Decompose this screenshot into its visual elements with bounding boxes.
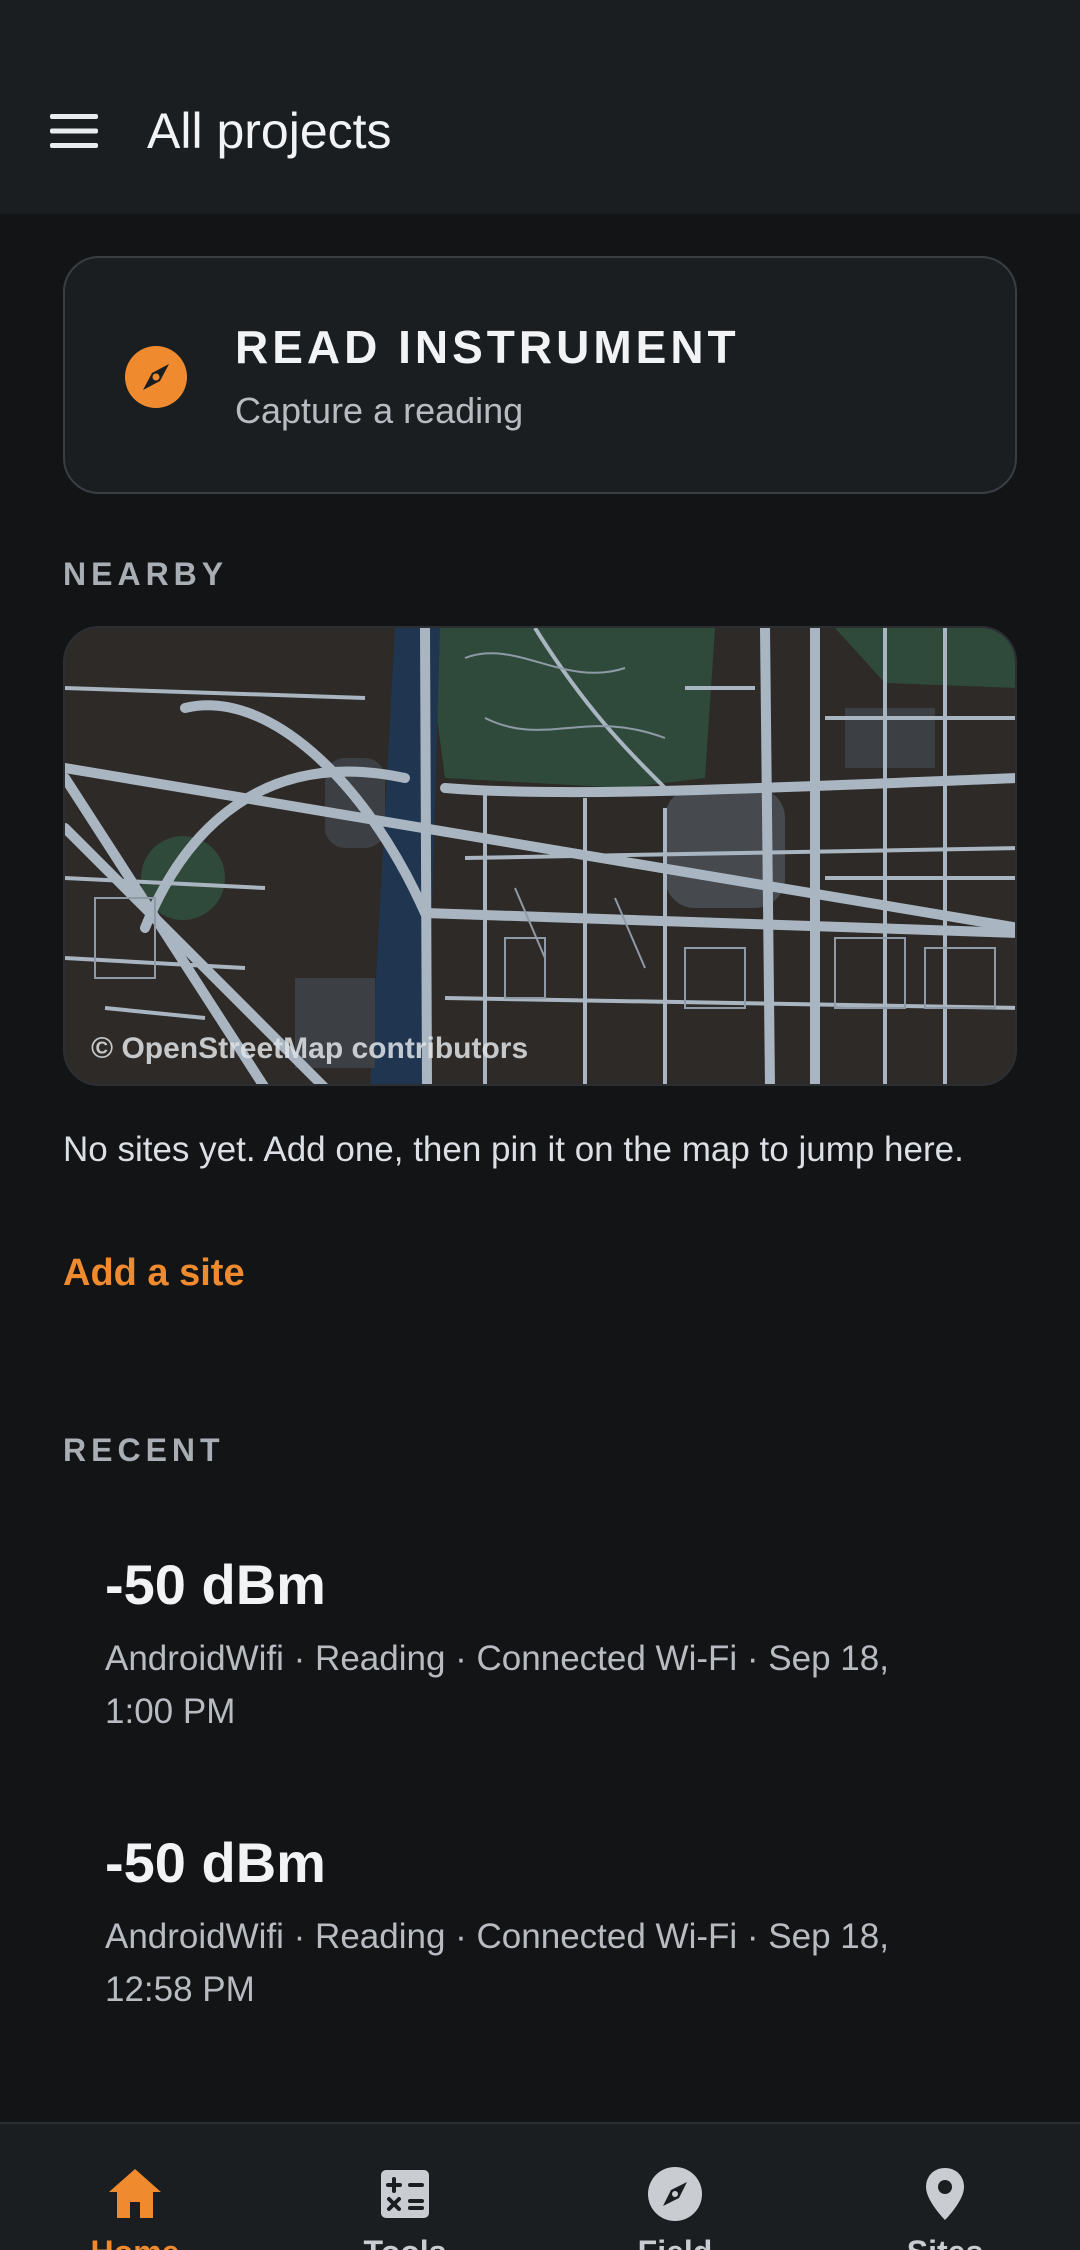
read-instrument-button[interactable]: READ INSTRUMENT Capture a reading bbox=[63, 256, 1017, 494]
nav-item-tools[interactable]: Tools bbox=[270, 2124, 540, 2250]
read-instrument-subtitle: Capture a reading bbox=[235, 390, 524, 431]
reading-value: -50 dBm bbox=[105, 1831, 326, 1894]
top-app-bar: All projects bbox=[0, 0, 1080, 214]
nav-label-tools: Tools bbox=[270, 2234, 540, 2250]
nav-item-home[interactable]: Home bbox=[0, 2124, 270, 2250]
page-title: All projects bbox=[147, 103, 392, 159]
nav-label-home: Home bbox=[0, 2234, 270, 2250]
calculator-icon bbox=[375, 2164, 435, 2224]
list-item[interactable]: -50 dBm AndroidWifi · Reading · Connecte… bbox=[105, 1828, 965, 2016]
add-site-button[interactable]: Add a site bbox=[63, 1252, 245, 1295]
recent-section-label: RECENT bbox=[63, 1432, 225, 1468]
nearby-empty-message: No sites yet. Add one, then pin it on th… bbox=[63, 1130, 964, 1169]
read-instrument-title: READ INSTRUMENT bbox=[235, 321, 740, 373]
nav-item-field[interactable]: Field bbox=[540, 2124, 810, 2250]
bottom-navigation: Home Tools bbox=[0, 2122, 1080, 2250]
reading-value: -50 dBm bbox=[105, 1553, 326, 1616]
hamburger-menu-icon[interactable] bbox=[38, 100, 110, 162]
compass-icon bbox=[123, 344, 189, 410]
nearby-section-label: NEARBY bbox=[63, 556, 229, 592]
map-attribution: © OpenStreetMap contributors bbox=[91, 1032, 529, 1065]
reading-meta: AndroidWifi · Reading · Connected Wi-Fi … bbox=[105, 1917, 889, 2009]
nav-label-field: Field bbox=[540, 2234, 810, 2250]
list-item[interactable]: -50 dBm AndroidWifi · Reading · Connecte… bbox=[105, 1550, 965, 1738]
nav-item-sites[interactable]: Sites bbox=[810, 2124, 1080, 2250]
reading-meta: AndroidWifi · Reading · Connected Wi-Fi … bbox=[105, 1639, 889, 1731]
home-icon bbox=[105, 2164, 165, 2224]
location-pin-icon bbox=[915, 2164, 975, 2224]
nearby-map[interactable]: © OpenStreetMap contributors bbox=[63, 626, 1017, 1086]
nav-label-sites: Sites bbox=[810, 2234, 1080, 2250]
compass-icon bbox=[645, 2164, 705, 2224]
